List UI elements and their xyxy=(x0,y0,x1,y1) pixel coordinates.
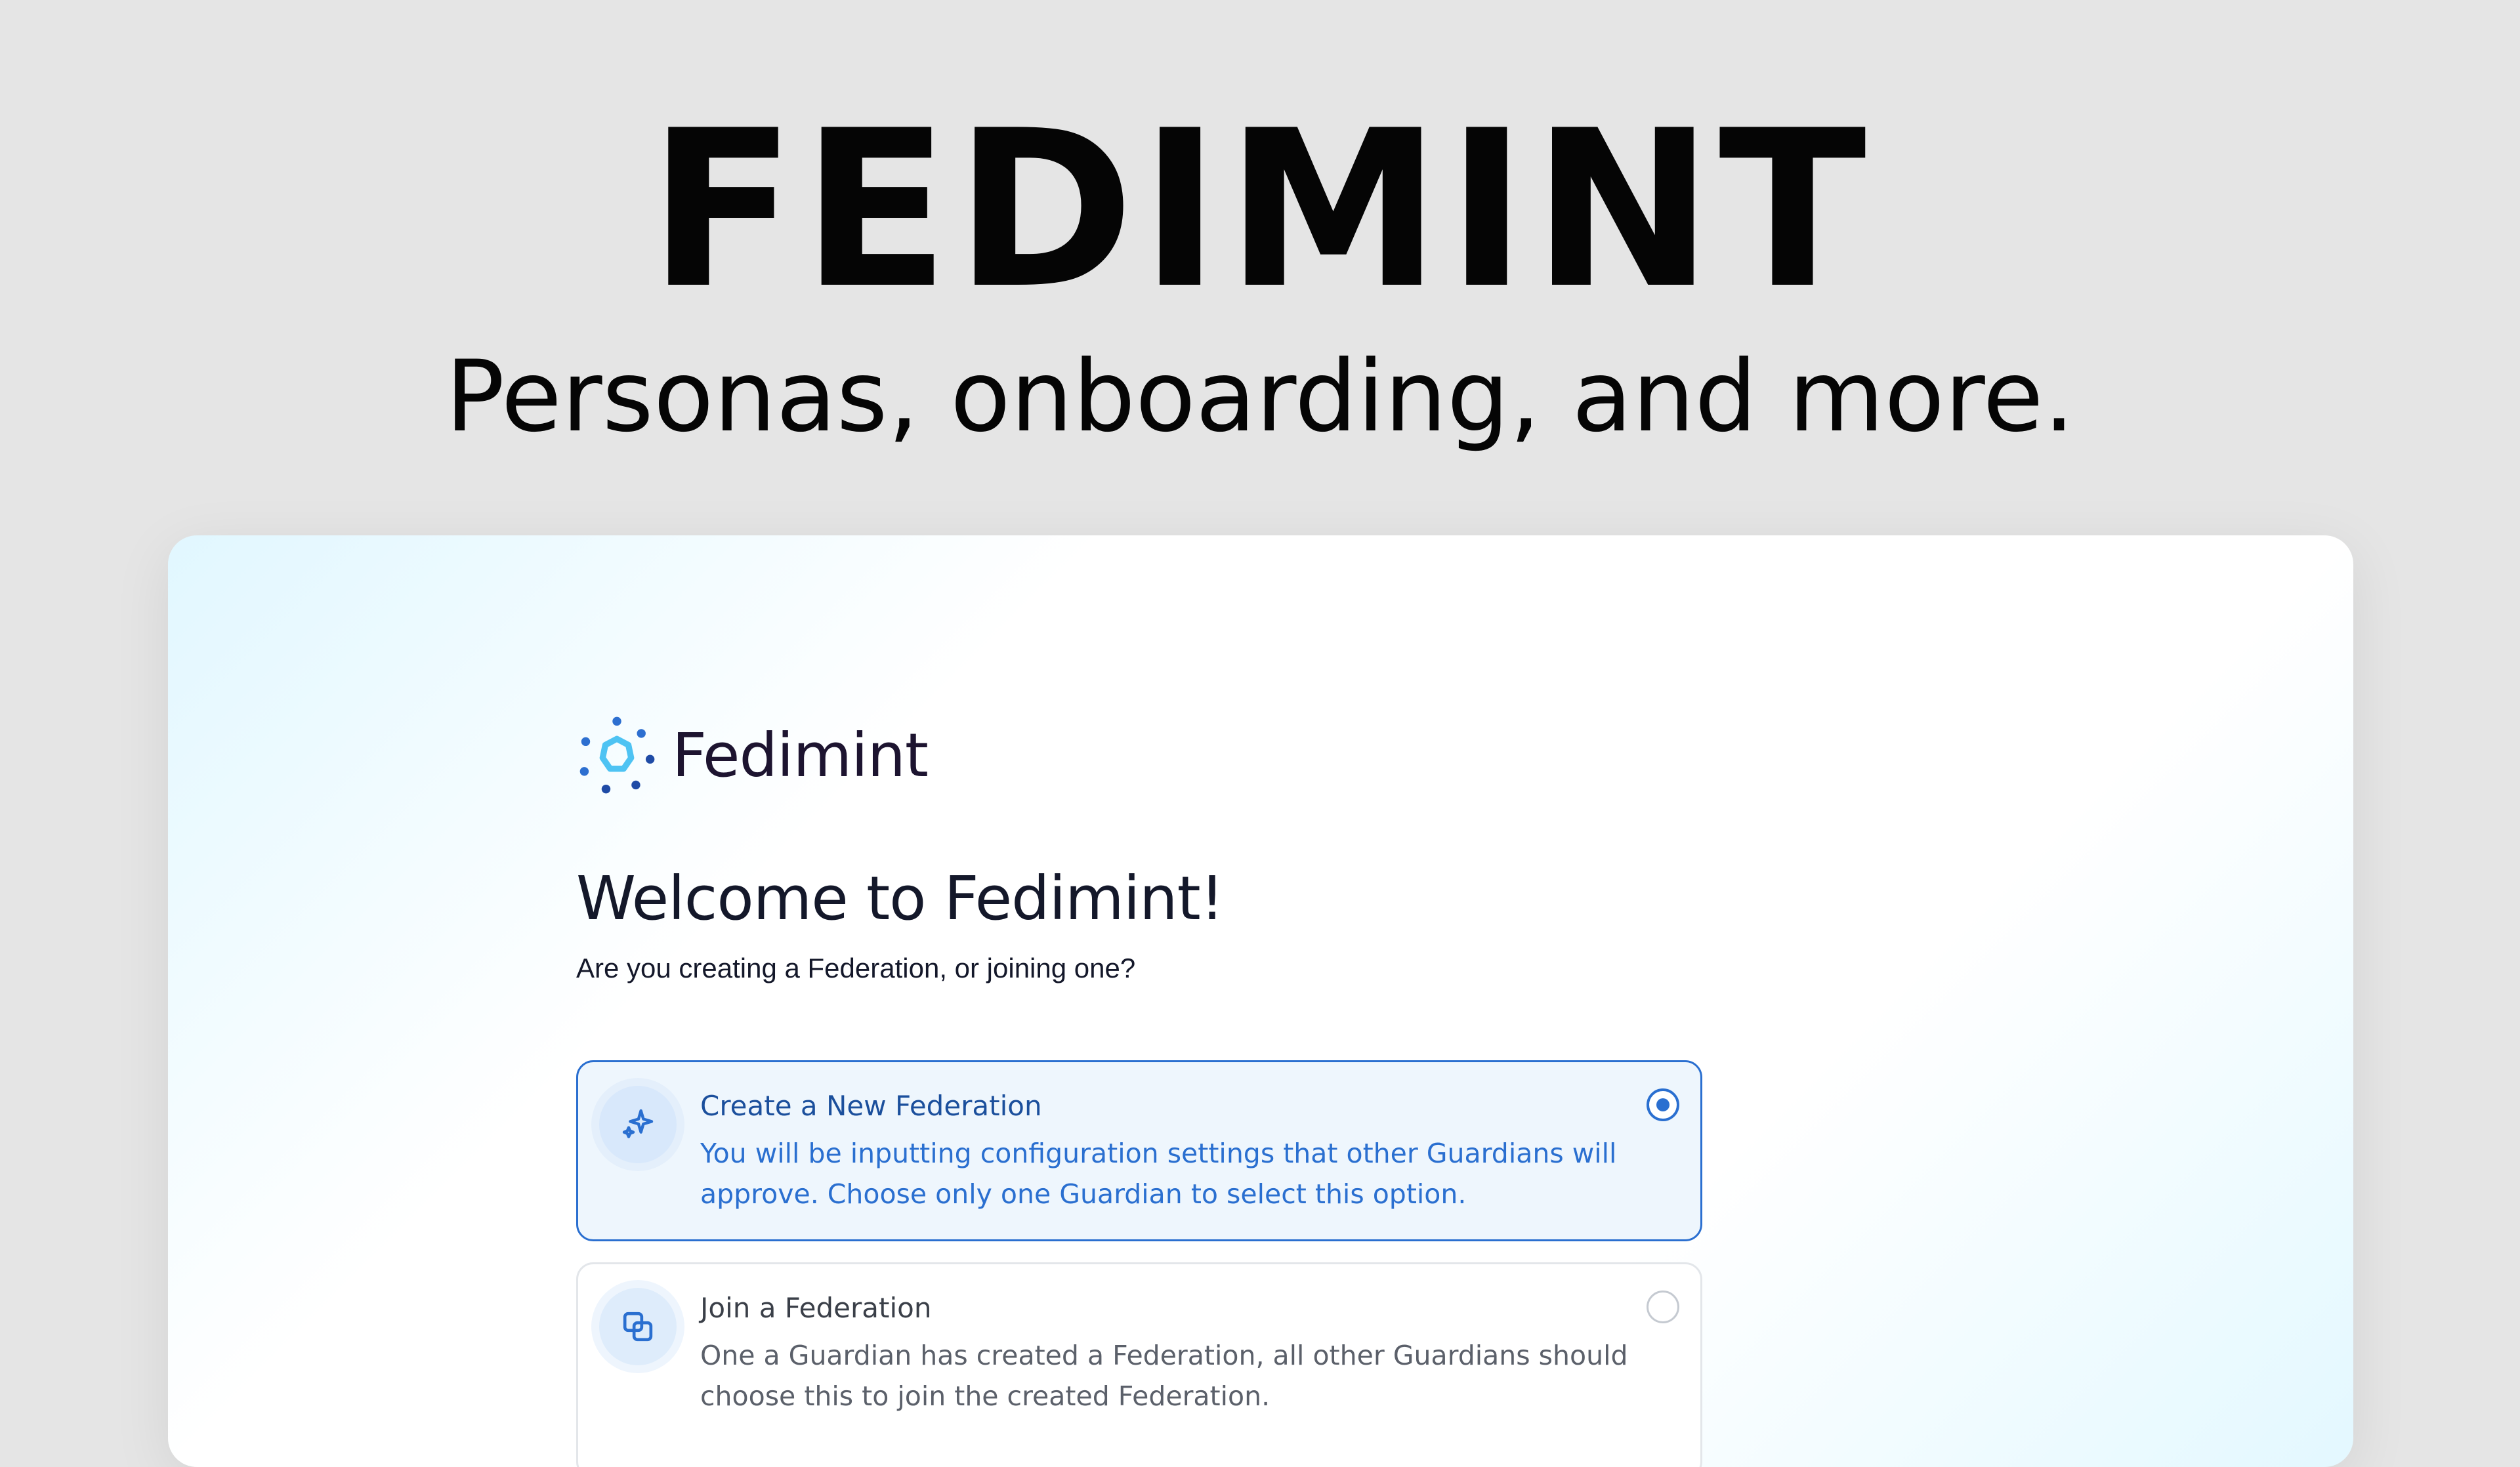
create-federation-option[interactable]: Create a New Federation You will be inpu… xyxy=(576,1060,1702,1241)
hero-banner: FEDIMINT Personas, onboarding, and more. xyxy=(0,0,2520,538)
copy-squares-icon xyxy=(599,1288,677,1365)
hero-subtitle: Personas, onboarding, and more. xyxy=(445,340,2075,454)
sparkles-icon xyxy=(599,1086,677,1163)
fedimint-logo-icon xyxy=(579,716,655,794)
page-prompt: Are you creating a Federation, or joinin… xyxy=(576,953,1136,983)
option-description: You will be inputting configuration sett… xyxy=(700,1138,1617,1210)
radio-selected[interactable] xyxy=(1647,1088,1679,1121)
option-description: One a Guardian has created a Federation,… xyxy=(700,1340,1628,1412)
join-federation-option[interactable]: Join a Federation One a Guardian has cre… xyxy=(576,1262,1702,1467)
brand-name: Fedimint xyxy=(672,720,929,791)
option-title: Join a Federation xyxy=(700,1292,932,1324)
option-title: Create a New Federation xyxy=(700,1090,1042,1122)
brand: Fedimint xyxy=(576,713,929,798)
app-window: Fedimint Welcome to Fedimint! Are you cr… xyxy=(168,535,2353,1467)
hero-title: FEDIMINT xyxy=(648,84,1872,336)
radio-unselected[interactable] xyxy=(1647,1291,1679,1323)
page-title: Welcome to Fedimint! xyxy=(576,863,1225,934)
